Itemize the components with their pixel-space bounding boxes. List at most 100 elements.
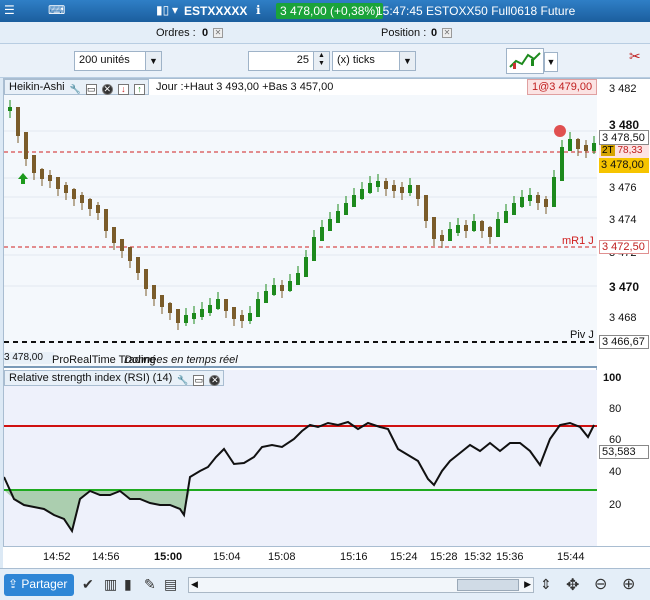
chevron-down-icon[interactable]: ▼	[544, 52, 558, 72]
wrench-icon[interactable]: 🔧	[70, 85, 81, 96]
candle-body	[200, 309, 204, 317]
tools-icon[interactable]: ✂	[629, 48, 641, 65]
candle-body	[64, 185, 68, 193]
share-icon: ⇪	[8, 577, 19, 591]
candle-body	[120, 239, 124, 251]
chart-type-icon[interactable]	[506, 48, 544, 74]
time-tick: 15:00	[154, 551, 183, 563]
candle-body	[136, 257, 140, 273]
instrument-name[interactable]: ESTXXXXX	[184, 4, 247, 18]
session-title: 15:47:45 ESTOXX50 Full0618 Future	[376, 4, 576, 18]
sell-marker-icon	[554, 125, 566, 137]
chevron-down-icon[interactable]: ▼	[145, 52, 161, 70]
dropdown-icon[interactable]: ▾	[172, 3, 178, 17]
horizontal-scrollbar[interactable]: ◀ ▶	[188, 577, 534, 593]
menu-icon[interactable]: ☰	[4, 3, 15, 17]
candle-body	[480, 221, 484, 231]
candle-body	[256, 299, 260, 317]
candle-body	[456, 225, 460, 233]
candle-body	[504, 211, 508, 223]
time-tick: 14:56	[92, 551, 120, 563]
candle-body	[208, 305, 212, 313]
candle-body	[160, 295, 164, 307]
price-panel-bg	[4, 95, 598, 367]
candle-body	[472, 221, 476, 231]
candle-body	[392, 185, 396, 191]
fit-icon[interactable]: ✥	[566, 575, 579, 595]
rsi-tick: 100	[603, 372, 622, 384]
candle-body	[568, 139, 572, 151]
close-icon[interactable]: ✕	[101, 84, 113, 95]
current-price-label: 3 478,50	[599, 130, 649, 145]
rsi-tick: 40	[609, 466, 622, 478]
price-axis: 3 4823 4803 4763 4743 4723 4703 46810080…	[597, 78, 650, 546]
ticks-input[interactable]: 25 ▲ ▼	[248, 51, 330, 71]
overlay-price-label: 3 478,00	[4, 352, 54, 364]
close-orders-icon[interactable]: ✕	[213, 28, 223, 38]
maximize-icon[interactable]: ▭	[193, 375, 205, 386]
close-icon[interactable]: ✕	[209, 375, 221, 386]
zoom-in-icon[interactable]: ⊕	[622, 574, 635, 594]
candle-body	[584, 145, 588, 151]
candle-body	[560, 147, 564, 181]
candle-body	[512, 203, 516, 215]
candle-body	[288, 281, 292, 291]
price-change-badge: 3 478,00 (+0,38%)	[276, 3, 384, 19]
candle-body	[248, 313, 252, 321]
candle-body	[16, 107, 20, 136]
share-button[interactable]: ⇪ Partager	[4, 574, 74, 596]
arrow-up-icon[interactable]: ↑	[133, 84, 145, 95]
rsi-panel-bg	[4, 370, 598, 547]
candle-body	[592, 143, 596, 151]
candle-body	[536, 195, 540, 203]
scroll-right-icon[interactable]: ▶	[524, 579, 531, 590]
indicator-icon[interactable]: ✔	[82, 576, 94, 593]
toolbar: 200 unités ▼ 25 ▲ ▼ (x) ticks ▼ ▼ ✂	[0, 44, 650, 78]
wrench-icon[interactable]: 🔧	[177, 376, 188, 387]
candle-body	[576, 139, 580, 149]
scroll-left-icon[interactable]: ◀	[191, 579, 198, 590]
chart-area[interactable]: mR1 J Piv J Heikin-Ashi 🔧 ▭ ✕ ↓ ↑ Jour :+…	[3, 78, 598, 547]
stepper-icon[interactable]: ▲ ▼	[313, 52, 329, 70]
candle-body	[168, 303, 172, 313]
instrument-chart-icon[interactable]: ▮▯	[156, 3, 169, 17]
layers-icon[interactable]: ▤	[164, 576, 177, 593]
rsi-value-label: 53,583	[599, 445, 649, 459]
candle-body	[296, 273, 300, 285]
candle-body	[192, 313, 196, 319]
autoscale-icon[interactable]: ⇕	[540, 576, 552, 593]
candle-body	[312, 237, 316, 261]
chevron-down-icon[interactable]: ▼	[399, 52, 415, 70]
maximize-icon[interactable]: ▭	[85, 84, 97, 95]
candle-body	[272, 285, 276, 295]
price-panel-header: Heikin-Ashi 🔧 ▭ ✕ ↓ ↑	[4, 79, 149, 95]
keyboard-icon[interactable]: ⌨	[48, 3, 65, 17]
chart-canvas[interactable]: mR1 J Piv J	[4, 79, 598, 547]
rsi-panel-header: Relative strength index (RSI) (14) 🔧 ▭ ✕	[4, 370, 224, 386]
candle-body	[440, 235, 444, 241]
bars-icon[interactable]: ▥	[104, 576, 117, 593]
candle-body	[496, 219, 500, 237]
candles-icon[interactable]: ▮	[124, 576, 132, 593]
candle-body	[528, 195, 532, 201]
ticks-unit-select[interactable]: (x) ticks ▼	[332, 51, 416, 71]
position-badge[interactable]: 1@3 479,00	[527, 79, 598, 95]
price-tick: 3 476	[609, 182, 637, 194]
units-select[interactable]: 200 unités ▼	[74, 51, 162, 71]
zoom-out-icon[interactable]: ⊖	[594, 574, 607, 594]
candle-body	[264, 291, 268, 303]
time-tick: 15:24	[390, 551, 418, 563]
close-position-icon[interactable]: ✕	[442, 28, 452, 38]
title-bar: ☰ ⌨ ▮▯ ▾ ESTXXXXX ℹ 3 478,00 (+0,38%) 15…	[0, 0, 650, 22]
price-tick: 3 482	[609, 83, 637, 95]
candle-body	[24, 132, 28, 159]
arrow-down-icon[interactable]: ↓	[117, 84, 129, 95]
scroll-thumb[interactable]	[457, 579, 519, 591]
candle-body	[96, 205, 100, 213]
candle-body	[144, 269, 148, 289]
candle-body	[432, 217, 436, 239]
pencil-icon[interactable]: ✎	[144, 576, 156, 593]
share-label: Partager	[21, 577, 68, 591]
info-icon[interactable]: ℹ	[256, 3, 261, 17]
candle-body	[424, 195, 428, 221]
